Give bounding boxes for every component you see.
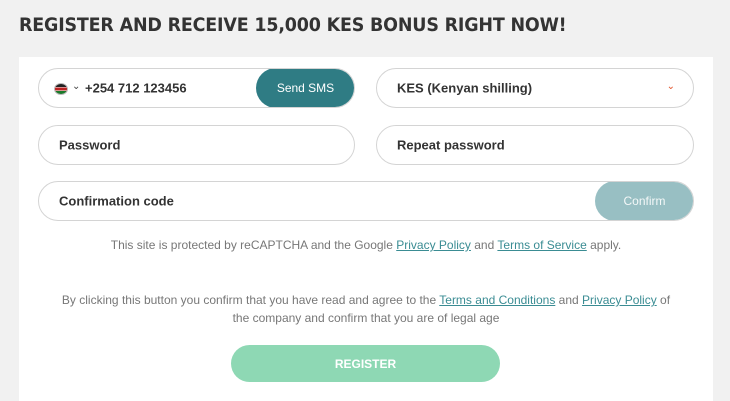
password-field[interactable]: Password: [38, 125, 355, 165]
company-privacy-policy-link[interactable]: Privacy Policy: [582, 293, 657, 307]
recaptcha-text-suffix: apply.: [586, 238, 622, 252]
phone-input[interactable]: ⌄ +254 712 123456 Send SMS: [38, 68, 355, 108]
privacy-policy-link[interactable]: Privacy Policy: [396, 238, 471, 252]
recaptcha-notice: This site is protected by reCAPTCHA and …: [19, 238, 713, 252]
confirm-button[interactable]: Confirm: [595, 182, 693, 220]
chevron-down-icon: ⌄: [666, 81, 675, 92]
phone-number-value[interactable]: +254 712 123456: [85, 81, 187, 96]
send-sms-button[interactable]: Send SMS: [256, 69, 354, 107]
recaptcha-text-and: and: [470, 238, 498, 252]
recaptcha-text-prefix: This site is protected by reCAPTCHA and …: [110, 238, 397, 252]
repeat-password-placeholder: Repeat password: [397, 137, 505, 153]
confirmation-code-placeholder: Confirmation code: [59, 193, 174, 209]
password-placeholder: Password: [59, 137, 121, 153]
page-title: REGISTER AND RECEIVE 15,000 KES BONUS RI…: [19, 14, 567, 36]
currency-value: KES (Kenyan shilling): [397, 80, 533, 96]
registration-form: ⌄ +254 712 123456 Send SMS KES (Kenyan s…: [19, 57, 713, 401]
chevron-down-icon[interactable]: ⌄: [72, 81, 80, 92]
confirmation-code-field[interactable]: Confirmation code Confirm: [38, 181, 694, 221]
terms-text-and: and: [555, 293, 583, 307]
terms-and-conditions-link[interactable]: Terms and Conditions: [439, 293, 555, 307]
terms-notice: By clicking this button you confirm that…: [59, 291, 673, 327]
currency-select[interactable]: KES (Kenyan shilling) ⌄: [376, 68, 694, 108]
terms-text-prefix: By clicking this button you confirm that…: [61, 293, 440, 307]
repeat-password-field[interactable]: Repeat password: [376, 125, 694, 165]
terms-of-service-link[interactable]: Terms of Service: [497, 238, 586, 252]
kenya-flag-icon[interactable]: [54, 83, 68, 95]
register-button[interactable]: REGISTER: [231, 345, 500, 382]
